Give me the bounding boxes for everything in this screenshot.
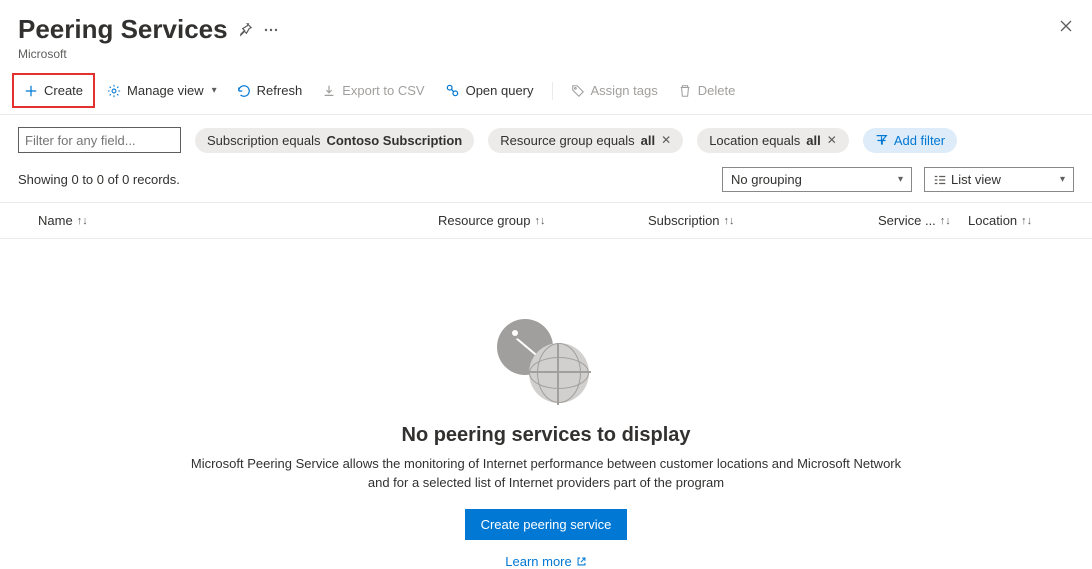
chevron-down-icon: ▾	[898, 174, 903, 185]
empty-state: No peering services to display Microsoft…	[0, 239, 1092, 569]
page-title: Peering Services	[18, 14, 228, 45]
pill-subscription-prefix: Subscription equals	[207, 133, 320, 148]
empty-title: No peering services to display	[20, 424, 1072, 447]
pill-rg-remove-icon[interactable]: ✕	[661, 133, 671, 147]
grouping-value: No grouping	[731, 172, 802, 187]
add-filter-button[interactable]: Add filter	[863, 128, 957, 153]
manage-view-button[interactable]: Manage view ▾	[99, 77, 225, 104]
assign-tags-label: Assign tags	[591, 83, 658, 98]
page-header: Peering Services Microsoft	[0, 0, 1092, 67]
create-button[interactable]: Create	[16, 77, 91, 104]
filter-row: Subscription equals Contoso Subscription…	[0, 115, 1092, 161]
column-name[interactable]: Name↑↓	[18, 213, 438, 228]
toolbar-separator	[552, 82, 553, 100]
pill-location-remove-icon[interactable]: ✕	[827, 133, 837, 147]
sort-icon: ↑↓	[724, 215, 735, 227]
tag-icon	[571, 84, 585, 98]
filter-pill-subscription[interactable]: Subscription equals Contoso Subscription	[195, 128, 474, 153]
add-filter-label: Add filter	[894, 133, 945, 148]
table-header: Name↑↓ Resource group↑↓ Subscription↑↓ S…	[0, 202, 1092, 239]
toolbar: Create Manage view ▾ Refresh Export to C…	[0, 67, 1092, 115]
delete-button[interactable]: Delete	[670, 77, 744, 104]
external-link-icon	[576, 556, 587, 567]
open-query-button[interactable]: Open query	[437, 77, 542, 104]
more-icon[interactable]	[263, 22, 279, 38]
chevron-down-icon: ▾	[212, 85, 217, 96]
pill-location-prefix: Location equals	[709, 133, 800, 148]
create-peering-service-button[interactable]: Create peering service	[465, 509, 628, 540]
export-csv-label: Export to CSV	[342, 83, 424, 98]
pill-rg-value: all	[641, 133, 655, 148]
view-mode-dropdown[interactable]: List view ▾	[924, 167, 1074, 192]
refresh-label: Refresh	[257, 83, 303, 98]
assign-tags-button[interactable]: Assign tags	[563, 77, 666, 104]
column-resource-group[interactable]: Resource group↑↓	[438, 213, 648, 228]
empty-description: Microsoft Peering Service allows the mon…	[186, 455, 906, 493]
list-icon	[933, 173, 947, 187]
delete-label: Delete	[698, 83, 736, 98]
filter-pill-resource-group[interactable]: Resource group equals all ✕	[488, 128, 683, 153]
query-icon	[445, 83, 460, 98]
status-row: Showing 0 to 0 of 0 records. No grouping…	[0, 161, 1092, 202]
download-icon	[322, 84, 336, 98]
pill-location-value: all	[806, 133, 820, 148]
open-query-label: Open query	[466, 83, 534, 98]
column-location[interactable]: Location↑↓	[968, 213, 1074, 228]
pin-icon[interactable]	[238, 22, 253, 37]
filter-input[interactable]	[18, 127, 181, 153]
view-mode-value: List view	[951, 172, 1001, 187]
add-filter-icon	[875, 134, 888, 147]
grouping-dropdown[interactable]: No grouping ▾	[722, 167, 912, 192]
export-csv-button[interactable]: Export to CSV	[314, 77, 432, 104]
learn-more-link[interactable]: Learn more	[505, 554, 586, 569]
sort-icon: ↑↓	[1021, 215, 1032, 227]
refresh-icon	[237, 84, 251, 98]
chevron-down-icon: ▾	[1060, 174, 1065, 185]
plus-icon	[24, 84, 38, 98]
pill-subscription-value: Contoso Subscription	[326, 133, 462, 148]
close-icon[interactable]	[1058, 18, 1074, 34]
create-highlight: Create	[12, 73, 95, 108]
trash-icon	[678, 84, 692, 98]
create-label: Create	[44, 83, 83, 98]
refresh-button[interactable]: Refresh	[229, 77, 311, 104]
pill-rg-prefix: Resource group equals	[500, 133, 634, 148]
manage-view-label: Manage view	[127, 83, 204, 98]
filter-pill-location[interactable]: Location equals all ✕	[697, 128, 849, 153]
records-count: Showing 0 to 0 of 0 records.	[18, 172, 722, 187]
column-subscription[interactable]: Subscription↑↓	[648, 213, 878, 228]
sort-icon: ↑↓	[77, 215, 88, 227]
sort-icon: ↑↓	[535, 215, 546, 227]
gear-icon	[107, 84, 121, 98]
column-service[interactable]: Service ...↑↓	[878, 213, 968, 228]
empty-state-graphic	[491, 319, 601, 407]
sort-icon: ↑↓	[940, 215, 951, 227]
page-subtitle: Microsoft	[18, 47, 1074, 61]
